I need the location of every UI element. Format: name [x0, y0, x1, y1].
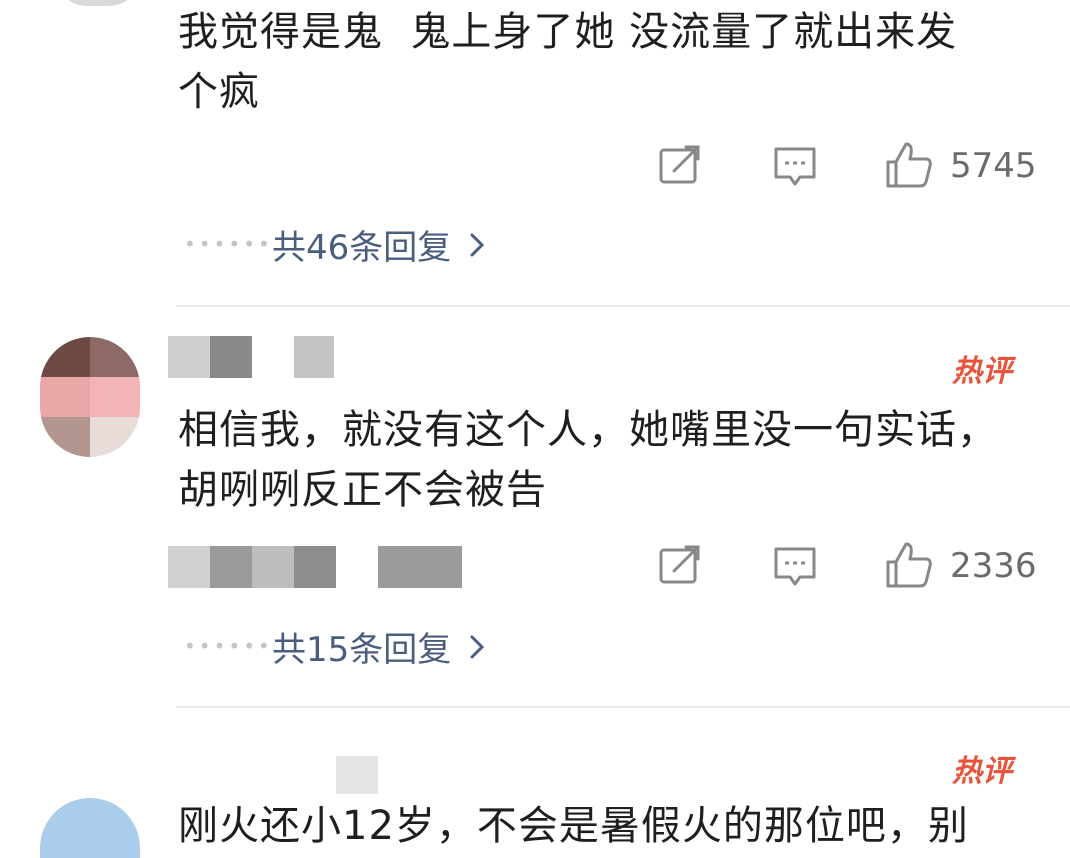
comment-icon[interactable]	[772, 545, 818, 589]
avatar[interactable]	[40, 337, 140, 457]
comment-meta-blurred	[168, 546, 462, 588]
view-replies-link[interactable]: 共46条回复	[272, 220, 485, 269]
replies-label: 共15条回复	[272, 630, 452, 670]
avatar[interactable]	[40, 798, 140, 858]
thumbs-up-icon[interactable]	[884, 140, 934, 190]
reply-dots: ••••••	[184, 634, 273, 658]
like-count: 2336	[950, 546, 1037, 586]
username-blurred[interactable]	[336, 756, 378, 794]
thumbs-up-icon[interactable]	[884, 540, 934, 590]
divider	[176, 706, 1070, 708]
replies-label: 共46条回复	[272, 228, 452, 268]
hot-comment-badge: 热评	[952, 354, 1012, 389]
username-blurred[interactable]	[168, 336, 334, 378]
reply-dots: ••••••	[184, 232, 273, 256]
view-replies-link[interactable]: 共15条回复	[272, 622, 485, 671]
comment-text: 我觉得是鬼 鬼上身了她 没流量了就出来发 个疯	[178, 9, 958, 115]
hot-comment-badge: 热评	[952, 754, 1012, 789]
comment-text: 刚火还小12岁，不会是暑假火的那位吧，别	[178, 803, 969, 849]
comment-text: 相信我，就没有这个人，她嘴里没一句实话， 胡咧咧反正不会被告	[178, 407, 998, 513]
share-icon[interactable]	[658, 545, 702, 585]
comment-icon[interactable]	[772, 145, 818, 189]
divider	[176, 305, 1070, 307]
avatar[interactable]	[52, 0, 144, 6]
chevron-right-icon	[469, 232, 485, 258]
chevron-right-icon	[469, 634, 485, 660]
share-icon[interactable]	[658, 145, 702, 185]
like-count: 5745	[950, 146, 1037, 186]
